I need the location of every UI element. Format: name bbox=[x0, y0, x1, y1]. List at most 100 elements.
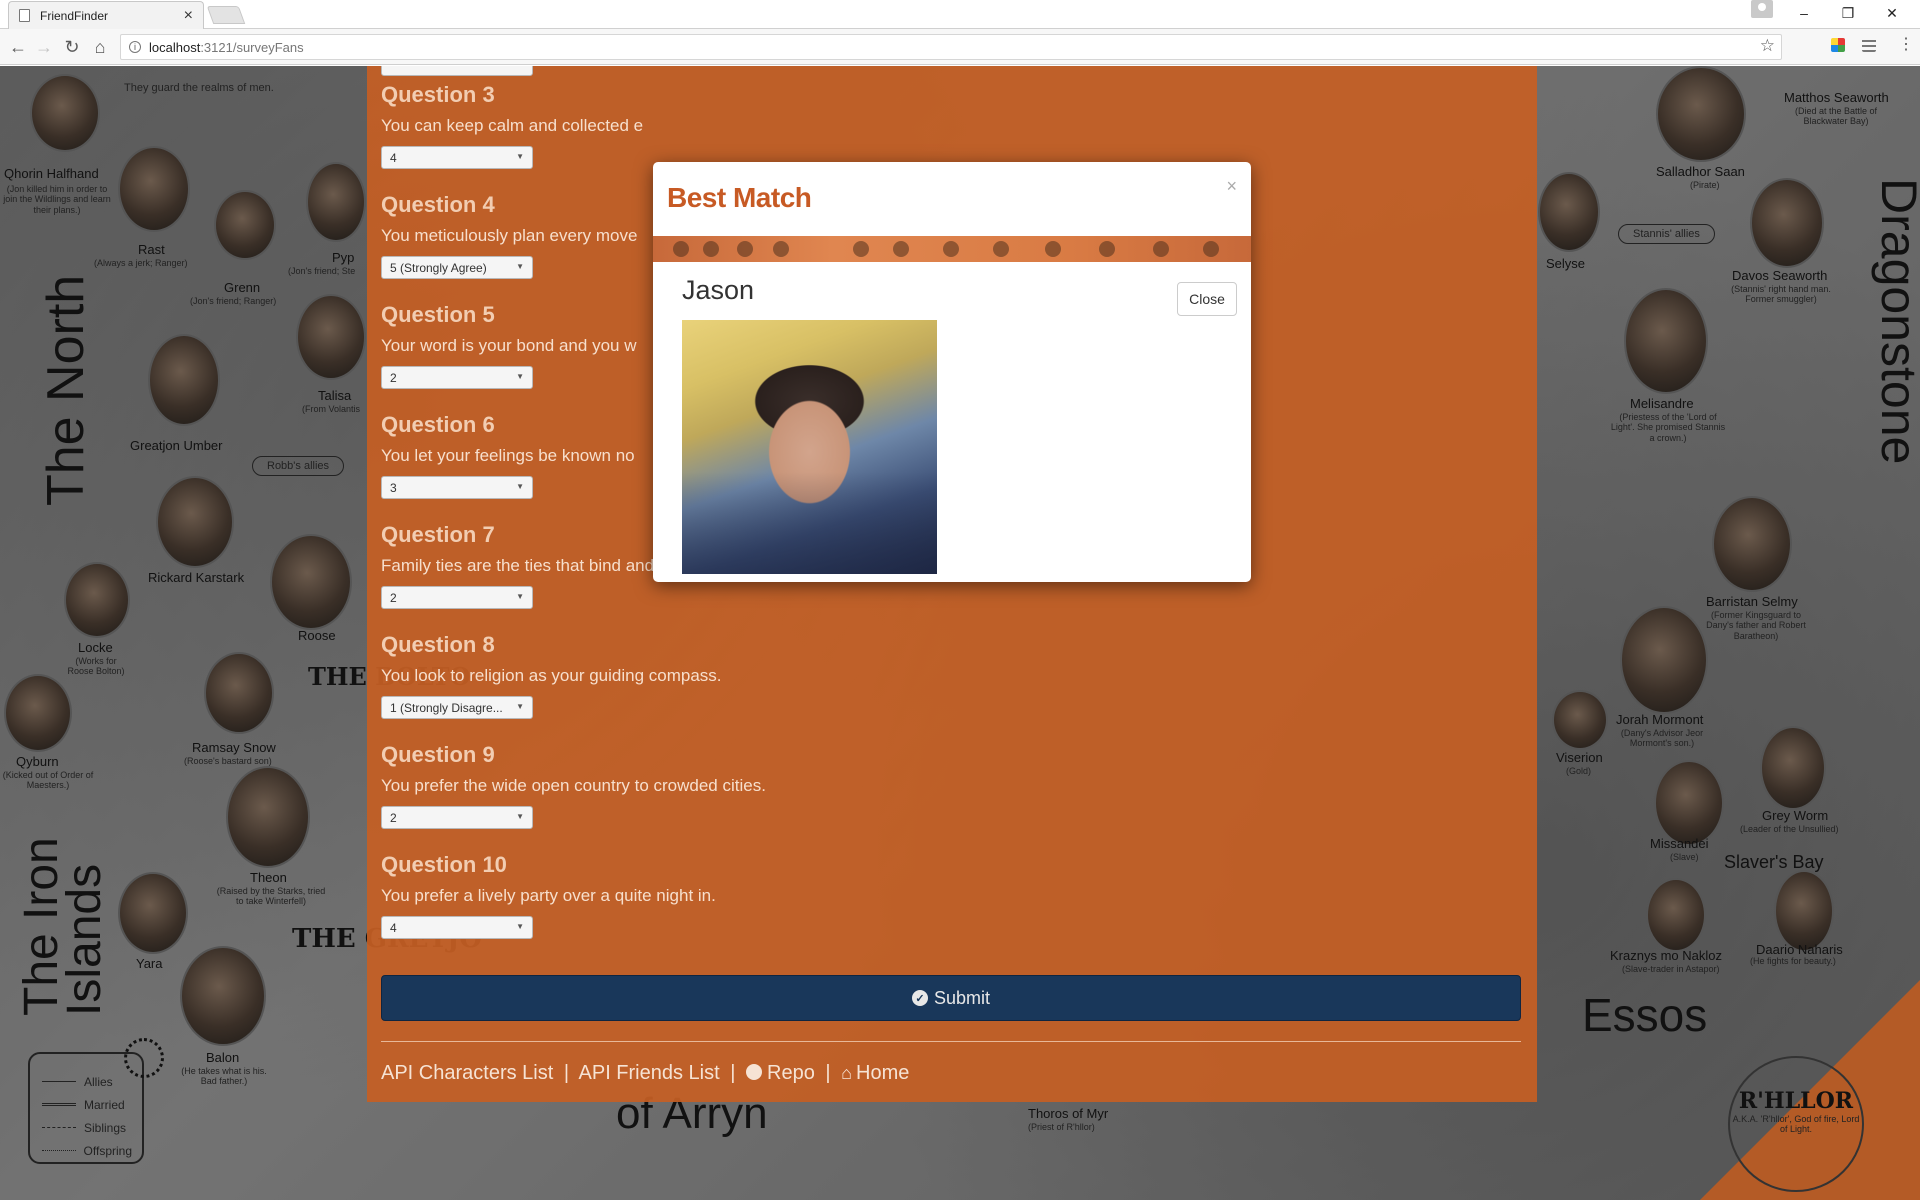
portrait-qhorin bbox=[30, 74, 100, 152]
portrait-theon bbox=[226, 766, 310, 868]
portrait-talisa bbox=[296, 294, 366, 380]
submit-label: Submit bbox=[933, 987, 991, 1008]
character-desc: (Priestess of the 'Lord of Light'. She p… bbox=[1610, 412, 1726, 443]
extension-icon[interactable] bbox=[1831, 38, 1845, 52]
portrait-grey-worm bbox=[1760, 726, 1826, 810]
legend-line bbox=[42, 1150, 76, 1151]
reload-icon[interactable]: ↻ bbox=[60, 35, 84, 59]
question-block: Question 10 You prefer a lively party ov… bbox=[381, 850, 1523, 960]
character-desc: (Works for Roose Bolton) bbox=[67, 656, 125, 677]
address-bar: ← → ↻ ⌂ i localhost:3121/surveyFans ☆ ⋮ bbox=[0, 29, 1920, 65]
character-name: Salladhor Saan bbox=[1656, 164, 1745, 179]
question-2-select[interactable] bbox=[381, 66, 533, 76]
bookmark-star-icon[interactable]: ☆ bbox=[1760, 36, 1775, 56]
match-name: Jason bbox=[682, 275, 755, 305]
banner-portrait bbox=[673, 241, 689, 257]
character-desc: (Kicked out of Order of Maesters.) bbox=[2, 770, 94, 791]
back-arrow-icon[interactable]: ← bbox=[6, 35, 30, 59]
api-friends-link[interactable]: API Friends List bbox=[579, 1062, 720, 1084]
character-desc: (Priest of R'hllor) bbox=[1028, 1122, 1095, 1132]
character-desc: (Slave) bbox=[1670, 852, 1699, 862]
banner-portrait bbox=[893, 241, 909, 257]
minimize-icon[interactable]: – bbox=[1782, 0, 1826, 26]
forward-arrow-icon[interactable]: → bbox=[32, 35, 56, 59]
new-tab-button[interactable] bbox=[206, 6, 246, 24]
page-icon bbox=[19, 9, 30, 22]
portrait-grenn bbox=[214, 190, 276, 260]
question-select[interactable]: 4 bbox=[381, 916, 533, 939]
url-field[interactable]: i localhost:3121/surveyFans ☆ bbox=[120, 34, 1782, 60]
window-close-icon[interactable]: ✕ bbox=[1870, 0, 1914, 26]
character-name: Viserion bbox=[1556, 750, 1603, 765]
character-desc: (Jon's friend; Ste bbox=[288, 266, 356, 276]
character-desc: (Former Kingsguard to Dany's father and … bbox=[1706, 610, 1806, 641]
footer-links: API Characters List | API Friends List |… bbox=[381, 1062, 909, 1085]
portrait-ramsay bbox=[204, 652, 274, 734]
browser-tab-bar: FriendFinder × – ❐ ✕ bbox=[0, 0, 1920, 29]
character-desc: (Jon killed him in order to join the Wil… bbox=[3, 184, 111, 215]
question-block: Question 8 You look to religion as your … bbox=[381, 630, 1523, 740]
portrait-locke bbox=[64, 562, 130, 638]
character-name: Pyp bbox=[332, 250, 355, 265]
restore-icon[interactable]: ❐ bbox=[1826, 0, 1870, 26]
question-select[interactable]: 2 bbox=[381, 806, 533, 829]
question-text: You look to religion as your guiding com… bbox=[381, 666, 722, 685]
tab-close-icon[interactable]: × bbox=[184, 7, 193, 24]
character-name: Grenn bbox=[224, 280, 261, 295]
question-title: Question 3 bbox=[381, 82, 495, 107]
portrait-selyse bbox=[1538, 172, 1600, 252]
home-icon[interactable]: ⌂ bbox=[88, 35, 112, 59]
banner-portrait bbox=[1153, 241, 1169, 257]
banner-portrait bbox=[943, 241, 959, 257]
question-select[interactable]: 2 bbox=[381, 366, 533, 389]
banner-portrait bbox=[993, 241, 1009, 257]
character-name: Ramsay Snow bbox=[192, 740, 276, 755]
portrait-davos bbox=[1750, 178, 1824, 268]
question-select[interactable]: 4 bbox=[381, 146, 533, 169]
browser-tab[interactable]: FriendFinder × bbox=[8, 1, 204, 29]
character-desc: (Leader of the Unsullied) bbox=[1740, 824, 1839, 834]
question-title: Question 10 bbox=[381, 852, 507, 877]
api-characters-link[interactable]: API Characters List bbox=[381, 1062, 553, 1084]
tab-title: FriendFinder bbox=[40, 8, 109, 23]
region-essos: Essos bbox=[1582, 989, 1708, 1041]
close-button[interactable]: Close bbox=[1177, 282, 1237, 316]
question-title: Question 9 bbox=[381, 742, 495, 767]
modal-close-icon[interactable]: × bbox=[1226, 176, 1237, 197]
nights-watch-caption: They guard the realms of men. bbox=[124, 82, 274, 94]
portrait-pyp bbox=[306, 162, 366, 242]
banner-portrait bbox=[1099, 241, 1115, 257]
question-select[interactable]: 1 (Strongly Disagre... bbox=[381, 696, 533, 719]
question-select[interactable]: 2 bbox=[381, 586, 533, 609]
character-desc: (Pirate) bbox=[1690, 180, 1720, 190]
question-select[interactable]: 5 (Strongly Agree) bbox=[381, 256, 533, 279]
character-name: Qyburn bbox=[16, 754, 59, 769]
submit-button[interactable]: ✓ Submit bbox=[381, 975, 1521, 1021]
character-name: Roose bbox=[298, 628, 336, 643]
info-icon[interactable]: i bbox=[129, 41, 141, 53]
legend-allies: Allies bbox=[42, 1070, 132, 1093]
character-name: Daario Naharis bbox=[1756, 942, 1843, 957]
footer-separator: | bbox=[825, 1062, 831, 1084]
modal-header: Best Match × bbox=[653, 162, 1251, 236]
character-name: Greatjon Umber bbox=[130, 438, 223, 453]
legend-offspring: Offspring bbox=[42, 1139, 132, 1162]
character-name: Matthos Seaworth bbox=[1784, 90, 1889, 105]
portrait-melisandre bbox=[1624, 288, 1708, 394]
home-link[interactable]: ⌂ Home bbox=[841, 1062, 909, 1084]
cast-icon[interactable] bbox=[1862, 38, 1876, 52]
repo-link[interactable]: Repo bbox=[746, 1062, 815, 1084]
browser-menu-icon[interactable]: ⋮ bbox=[1898, 34, 1914, 54]
character-name: Talisa bbox=[318, 388, 352, 403]
legend-married: Married bbox=[42, 1093, 132, 1116]
rhllor-emblem: R'HLLOR A.K.A. 'R'hllor', God of fire, L… bbox=[1728, 1056, 1864, 1192]
profile-icon[interactable] bbox=[1751, 0, 1773, 18]
character-desc: (Dany's Advisor Jeor Mormont's son.) bbox=[1620, 728, 1704, 749]
portrait-missandei bbox=[1654, 760, 1724, 846]
character-desc: (Always a jerk; Ranger) bbox=[94, 258, 188, 268]
check-circle-icon: ✓ bbox=[911, 990, 928, 1006]
portrait-barristan bbox=[1712, 496, 1792, 592]
portrait-jorah bbox=[1620, 606, 1708, 714]
footer-separator: | bbox=[730, 1062, 736, 1084]
question-select[interactable]: 3 bbox=[381, 476, 533, 499]
